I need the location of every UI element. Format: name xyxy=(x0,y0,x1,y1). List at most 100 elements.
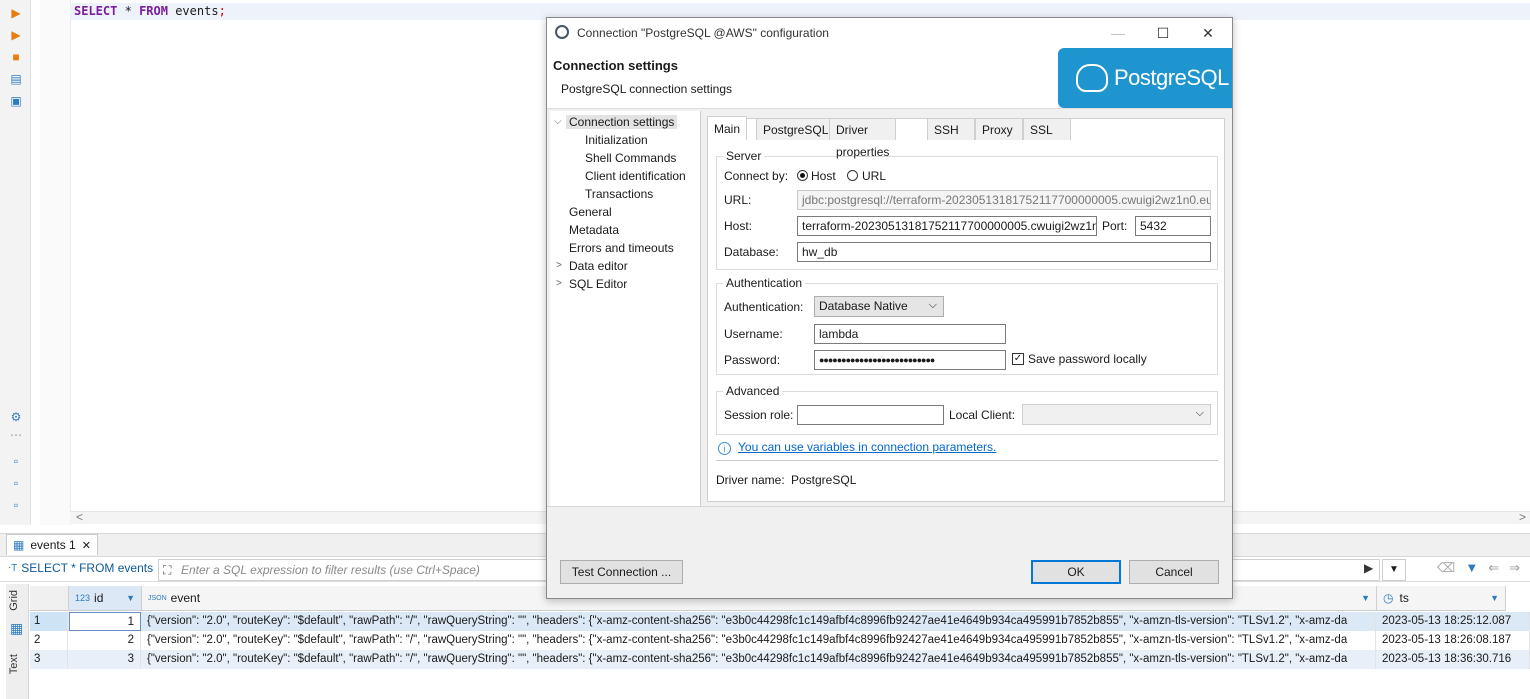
close-icon[interactable]: ✕ xyxy=(82,539,91,552)
view-tab-grid[interactable]: Grid xyxy=(8,590,20,611)
cell-id[interactable]: 3 xyxy=(69,650,141,669)
tab-ssl[interactable]: SSL xyxy=(1023,118,1071,140)
cancel-button[interactable]: Cancel xyxy=(1129,560,1219,584)
apply-filter-icon[interactable]: ▶ xyxy=(1364,561,1373,575)
eraser-icon[interactable]: ⌫ xyxy=(1437,560,1455,576)
host-field[interactable]: terraform-20230513181752117700000005.cwu… xyxy=(797,216,1097,236)
grid-view-icon[interactable]: ▦ xyxy=(10,620,23,637)
tab-proxy[interactable]: Proxy xyxy=(975,118,1023,140)
page-title: Connection settings xyxy=(553,58,678,73)
dialog-titlebar[interactable]: Connection "PostgreSQL @AWS" configurati… xyxy=(547,18,1232,48)
forward-arrow-icon[interactable]: ⇒ xyxy=(1509,560,1520,576)
filter-placeholder: Enter a SQL expression to filter results… xyxy=(181,563,480,577)
sort-icon[interactable]: ▼ xyxy=(1490,593,1499,603)
ok-button[interactable]: OK xyxy=(1031,560,1121,584)
cell-ts[interactable]: 2023-05-13 18:26:08.187 xyxy=(1377,631,1530,650)
results-tab-events[interactable]: ▦ events 1 ✕ xyxy=(6,534,98,555)
auth-method-select[interactable]: Database Native ⌵ xyxy=(814,296,944,317)
tree-item-transactions[interactable]: Transactions xyxy=(585,187,653,201)
username-field[interactable]: lambda xyxy=(814,324,1006,344)
column-header-id[interactable]: 123 id ▼ xyxy=(69,586,142,611)
test-connection-button[interactable]: Test Connection ... xyxy=(560,560,683,584)
tree-item-general[interactable]: General xyxy=(569,205,612,219)
save-password-label[interactable]: Save password locally xyxy=(1028,352,1147,366)
filter-history-dropdown[interactable]: ▼ xyxy=(1382,559,1406,581)
expand-icon[interactable]: ⛶ xyxy=(163,563,171,578)
filter-icon[interactable]: ▼ xyxy=(1465,560,1478,576)
host-radio[interactable] xyxy=(797,170,808,181)
variables-help-link[interactable]: You can use variables in connection para… xyxy=(738,440,996,454)
run-icon[interactable]: ▶ xyxy=(9,6,23,20)
url-radio[interactable] xyxy=(847,170,858,181)
back-arrow-icon[interactable]: ⇐ xyxy=(1488,560,1499,576)
terminal-icon[interactable]: ▣ xyxy=(9,94,23,108)
tab-ssh[interactable]: SSH xyxy=(927,118,975,140)
elephant-icon xyxy=(1076,64,1108,92)
tree-item-shell-commands[interactable]: Shell Commands xyxy=(585,151,676,165)
cell-id[interactable]: 2 xyxy=(69,631,141,650)
column-event-label: event xyxy=(170,591,201,605)
info-icon: i xyxy=(718,442,731,455)
url-field[interactable]: jdbc:postgresql://terraform-202305131817… xyxy=(797,190,1211,210)
session-role-field[interactable] xyxy=(797,405,944,425)
load-plan-icon[interactable]: ▤ xyxy=(9,72,23,86)
cell-ts[interactable]: 2023-05-13 18:25:12.087 xyxy=(1377,612,1530,631)
maximize-button[interactable]: ☐ xyxy=(1148,22,1178,44)
database-field[interactable]: hw_db xyxy=(797,242,1211,262)
tab-main[interactable]: Main xyxy=(707,116,748,140)
tree-item-metadata[interactable]: Metadata xyxy=(569,223,619,237)
import-icon[interactable]: ▫ xyxy=(9,476,23,490)
url-radio-label[interactable]: URL xyxy=(862,169,886,183)
port-field[interactable]: 5432 xyxy=(1135,216,1211,236)
minimize-button[interactable]: — xyxy=(1103,22,1133,44)
cell-id[interactable]: 1 xyxy=(69,612,141,631)
table-row[interactable]: 1 1 {"version": "2.0", "routeKey": "$def… xyxy=(30,612,1530,631)
cell-ts[interactable]: 2023-05-13 18:36:30.716 xyxy=(1377,650,1530,669)
collapsed-arrow-icon[interactable]: > xyxy=(556,278,562,289)
tree-item-initialization[interactable]: Initialization xyxy=(585,133,648,147)
column-id-label: id xyxy=(94,591,104,605)
settings-icon[interactable]: ⚙ xyxy=(9,410,23,424)
host-radio-label[interactable]: Host xyxy=(811,169,836,183)
format-icon[interactable]: ▫ xyxy=(9,498,23,512)
scroll-right-icon[interactable]: > xyxy=(1519,510,1526,524)
connect-by-label: Connect by: xyxy=(724,169,789,183)
cell-event[interactable]: {"version": "2.0", "routeKey": "$default… xyxy=(142,631,1376,650)
view-tab-text[interactable]: Text xyxy=(8,654,20,674)
chevron-down-icon: ⌵ xyxy=(928,299,937,311)
save-password-checkbox[interactable]: ✓ xyxy=(1012,353,1024,365)
driver-name-label: Driver name: xyxy=(716,473,785,487)
cell-event[interactable]: {"version": "2.0", "routeKey": "$default… xyxy=(142,650,1376,669)
results-query[interactable]: ⋅T SELECT * FROM events xyxy=(8,561,153,575)
scroll-left-icon[interactable]: < xyxy=(76,510,83,524)
expanded-arrow-icon[interactable]: ⌵ xyxy=(554,116,562,127)
table-row[interactable]: 3 3 {"version": "2.0", "routeKey": "$def… xyxy=(30,650,1530,669)
local-client-label: Local Client: xyxy=(949,408,1016,422)
table-row[interactable]: 2 2 {"version": "2.0", "routeKey": "$def… xyxy=(30,631,1530,650)
tree-item-errors-timeouts[interactable]: Errors and timeouts xyxy=(569,241,674,255)
tree-item-data-editor[interactable]: Data editor xyxy=(569,259,628,273)
sort-icon[interactable]: ▼ xyxy=(1361,593,1370,603)
tree-item-client-identification[interactable]: Client identification xyxy=(585,169,686,183)
password-field[interactable]: ●●●●●●●●●●●●●●●●●●●●●●●●●● xyxy=(814,350,1006,370)
cell-event[interactable]: {"version": "2.0", "routeKey": "$default… xyxy=(142,612,1376,631)
results-view-switcher: Grid ▦ Text xyxy=(6,584,29,699)
tab-driver-properties[interactable]: Driver properties xyxy=(829,118,897,159)
collapsed-arrow-icon[interactable]: > xyxy=(556,260,562,271)
explain-icon[interactable]: ■ xyxy=(9,50,23,64)
run-script-icon[interactable]: ▶ xyxy=(9,28,23,42)
sql-keyword-from: FROM xyxy=(139,4,168,18)
tab-postgresql[interactable]: PostgreSQL xyxy=(756,118,836,140)
column-header-ts[interactable]: ◷ ts ▼ xyxy=(1377,586,1506,611)
auth-method-label: Authentication: xyxy=(724,300,804,314)
advanced-legend: Advanced xyxy=(723,384,783,398)
url-label: URL: xyxy=(724,193,752,207)
close-window-button[interactable]: ✕ xyxy=(1193,22,1223,44)
sort-icon[interactable]: ▼ xyxy=(126,593,135,603)
button-bar-divider xyxy=(547,506,1232,507)
tree-item-sql-editor[interactable]: SQL Editor xyxy=(569,277,627,291)
sql-statement[interactable]: SELECT * FROM events; xyxy=(74,4,226,18)
export-icon[interactable]: ▫ xyxy=(9,454,23,468)
tree-item-connection-settings[interactable]: Connection settings xyxy=(566,115,678,129)
local-client-select[interactable]: ⌵ xyxy=(1022,404,1211,425)
